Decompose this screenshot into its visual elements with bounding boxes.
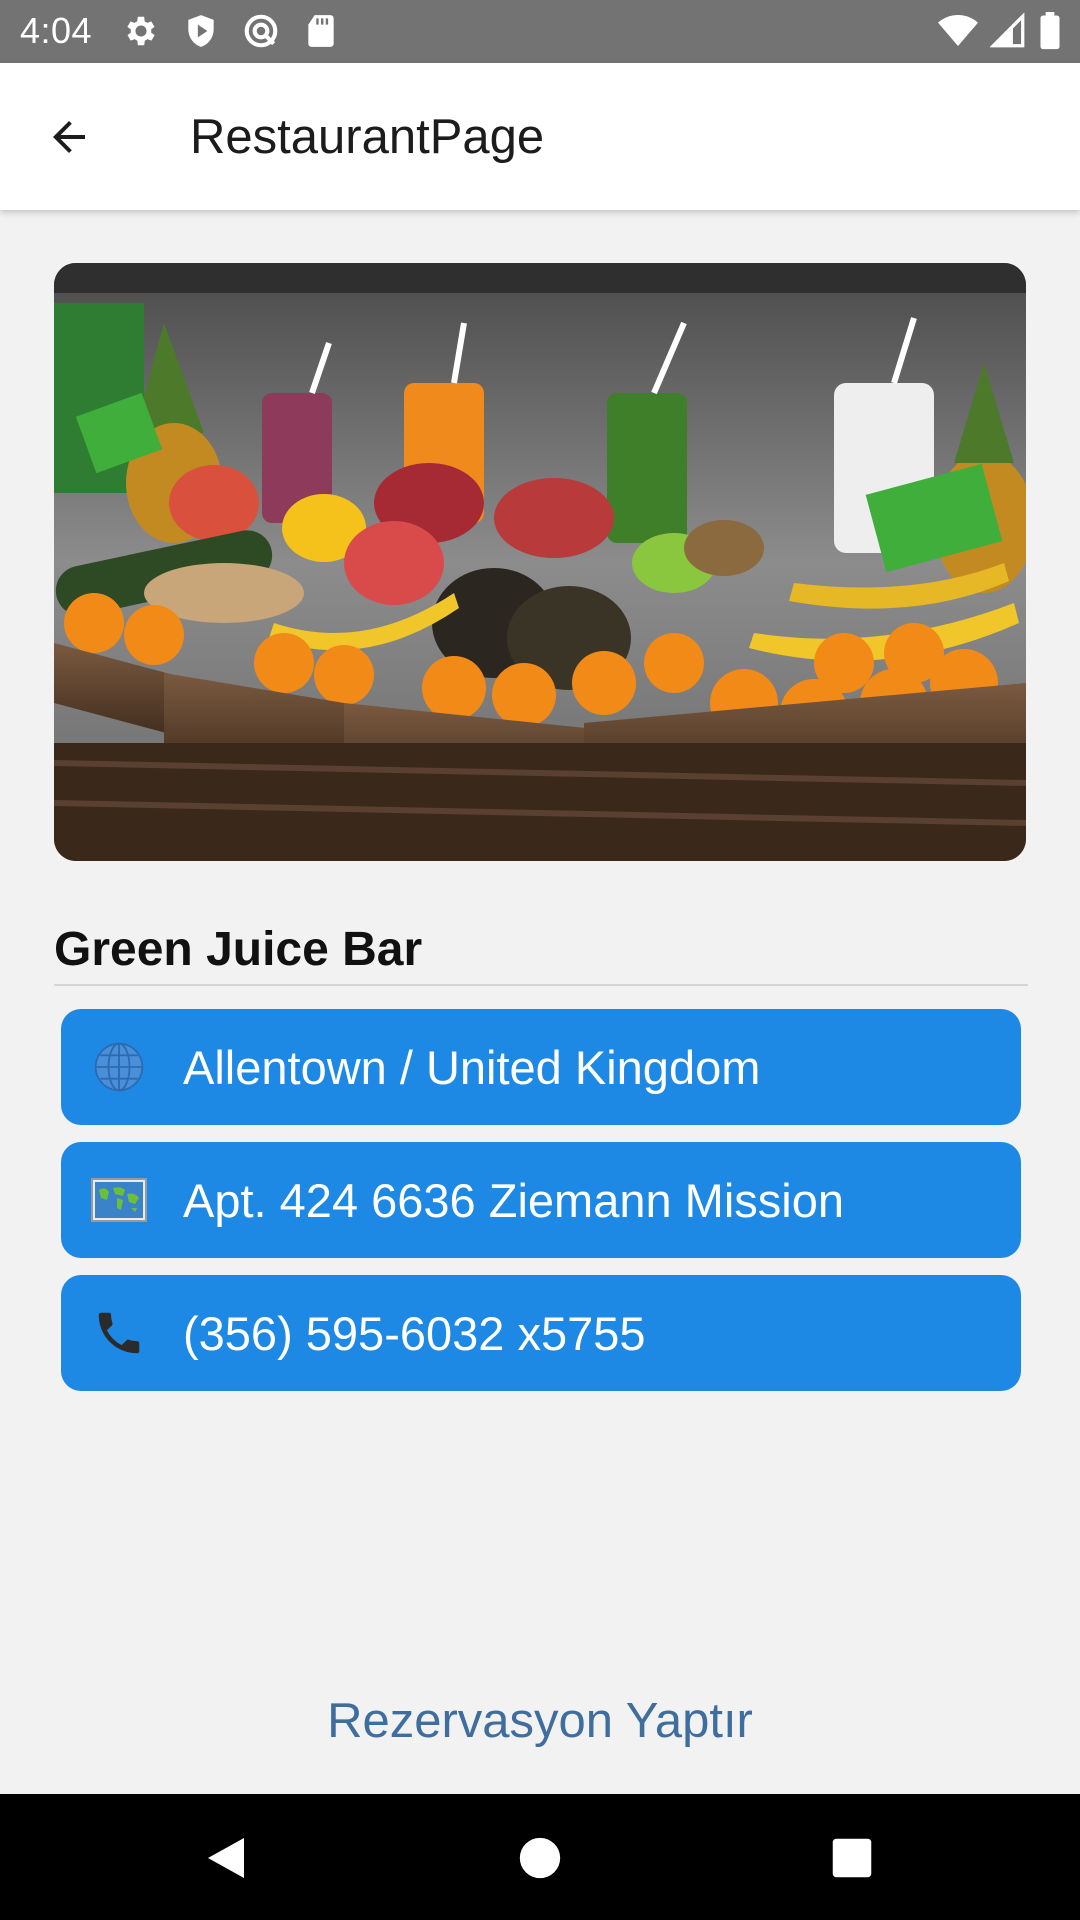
nav-back-button[interactable] (198, 1830, 254, 1886)
world-map-icon (89, 1170, 149, 1230)
nav-recents-button[interactable] (824, 1830, 880, 1886)
telephone-icon (89, 1303, 149, 1363)
address-card[interactable]: Apt. 424 6636 Ziemann Mission (61, 1142, 1021, 1258)
sd-card-icon (302, 12, 340, 50)
status-time: 4:04 (20, 10, 93, 51)
nav-back-icon (208, 1838, 244, 1878)
play-protect-icon (182, 12, 220, 50)
globe-icon (89, 1037, 149, 1097)
location-card[interactable]: Allentown / United Kingdom (61, 1009, 1021, 1125)
battery-icon (1038, 12, 1062, 55)
gear-icon (122, 12, 160, 50)
nav-recents-icon (832, 1838, 872, 1878)
status-icons-left (122, 12, 340, 50)
address-text: Apt. 424 6636 Ziemann Mission (183, 1173, 844, 1227)
location-text: Allentown / United Kingdom (183, 1040, 761, 1094)
app-bar: RestaurantPage (0, 63, 1080, 210)
status-bar: 4:04 (0, 0, 1080, 63)
cell-signal-icon (989, 12, 1026, 55)
restaurant-photo (54, 263, 1026, 861)
phone-card[interactable]: (356) 595-6032 x5755 (61, 1275, 1021, 1391)
status-icons-right (938, 12, 1062, 55)
phone-text: (356) 595-6032 x5755 (183, 1306, 646, 1360)
wifi-icon (938, 12, 978, 55)
divider (54, 984, 1028, 986)
nav-home-button[interactable] (512, 1830, 568, 1886)
page-title: RestaurantPage (190, 110, 545, 164)
nav-home-icon (519, 1837, 561, 1879)
system-nav-bar (0, 1794, 1080, 1920)
make-reservation-button[interactable]: Rezervasyon Yaptır (240, 1686, 840, 1756)
back-button[interactable] (30, 101, 108, 173)
restaurant-name: Green Juice Bar (54, 923, 423, 976)
sync-icon (242, 12, 280, 50)
arrow-back-icon (53, 121, 85, 153)
